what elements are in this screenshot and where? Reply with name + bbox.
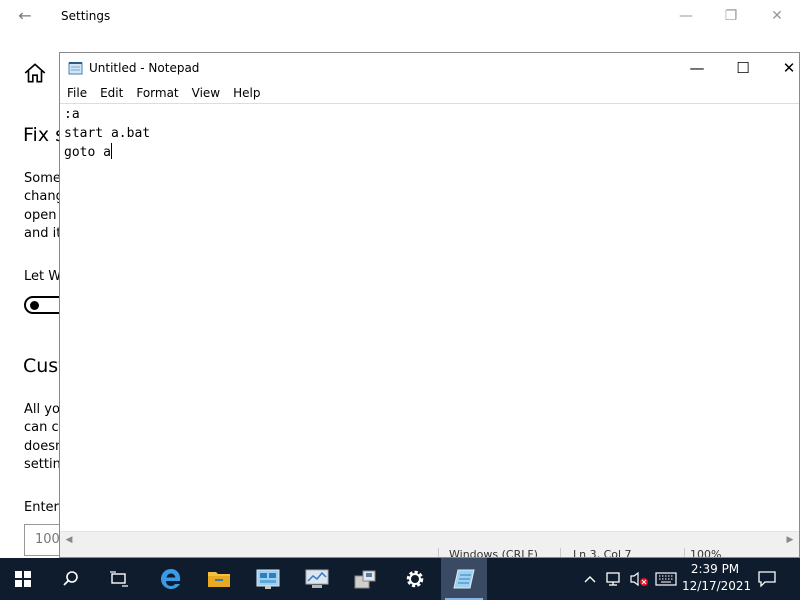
status-position: Ln 3, Col 7 bbox=[573, 548, 632, 558]
keyboard-icon[interactable] bbox=[653, 558, 679, 600]
fix-heading: Fix s bbox=[23, 124, 59, 146]
menu-bar: File Edit Format View Help bbox=[60, 83, 799, 103]
search-icon[interactable] bbox=[48, 558, 94, 600]
status-encoding: Windows (CRLF) bbox=[449, 548, 538, 558]
paragraph-line: Some bbox=[24, 171, 61, 186]
network-monitor-icon[interactable] bbox=[294, 558, 340, 600]
paragraph-line: open bbox=[24, 208, 57, 223]
clock[interactable]: 2:39 PM 12/17/2021 bbox=[682, 561, 752, 595]
clock-time: 2:39 PM bbox=[690, 562, 740, 576]
menu-view[interactable]: View bbox=[185, 83, 226, 100]
notepad-title: Untitled - Notepad bbox=[89, 61, 200, 75]
let-windows-label: Let W bbox=[24, 269, 62, 284]
task-view-icon[interactable] bbox=[96, 558, 142, 600]
home-icon[interactable] bbox=[22, 60, 48, 86]
windows-start-icon[interactable] bbox=[0, 558, 46, 600]
settings-minimize-icon[interactable]: — bbox=[671, 6, 701, 26]
notepad-taskbar-icon[interactable] bbox=[441, 558, 487, 600]
toggle-knob bbox=[30, 301, 39, 310]
scroll-right-icon[interactable]: ▶ bbox=[783, 534, 797, 546]
paragraph-line: chang bbox=[24, 189, 64, 204]
settings-restore-icon[interactable]: ❐ bbox=[716, 6, 746, 26]
horizontal-scrollbar[interactable]: ◀ ▶ bbox=[60, 531, 799, 548]
menu-format[interactable]: Format bbox=[129, 83, 184, 100]
status-bar: Windows (CRLF) Ln 3, Col 7 100% bbox=[60, 548, 799, 558]
text-line: goto a bbox=[64, 145, 111, 160]
scroll-left-icon[interactable]: ◀ bbox=[62, 534, 76, 546]
paragraph-line: All yo bbox=[24, 402, 60, 417]
text-line: start a.bat bbox=[64, 125, 151, 141]
menu-help[interactable]: Help bbox=[226, 83, 266, 100]
settings-title: Settings bbox=[61, 9, 111, 23]
text-editor-area[interactable]: :a start a.bat goto a bbox=[60, 103, 799, 531]
custom-heading: Cust bbox=[23, 355, 59, 377]
text-caret bbox=[110, 143, 112, 159]
status-zoom: 100% bbox=[690, 548, 722, 558]
taskbar: 2:39 PM 12/17/2021 bbox=[0, 558, 800, 600]
settings-gear-icon[interactable] bbox=[392, 558, 438, 600]
notepad-window: Untitled - Notepad — ☐ ✕ File Edit Format V… bbox=[59, 52, 800, 558]
edge-icon[interactable] bbox=[148, 558, 194, 600]
app-icon[interactable] bbox=[343, 558, 389, 600]
minimize-button[interactable]: — bbox=[674, 53, 720, 83]
network-icon[interactable] bbox=[603, 558, 625, 600]
settings-close-icon[interactable]: ✕ bbox=[762, 6, 792, 26]
clock-date: 12/17/2021 bbox=[682, 579, 752, 593]
status-separator bbox=[684, 548, 685, 557]
file-explorer-icon[interactable] bbox=[196, 558, 242, 600]
chevron-up-icon[interactable] bbox=[580, 558, 600, 600]
maximize-button[interactable]: ☐ bbox=[720, 53, 766, 83]
paragraph-line: settin bbox=[24, 457, 61, 472]
close-button[interactable]: ✕ bbox=[766, 53, 799, 83]
notification-icon[interactable] bbox=[752, 558, 782, 600]
back-arrow-icon[interactable]: ← bbox=[14, 6, 36, 26]
notepad-icon bbox=[68, 62, 83, 75]
status-separator bbox=[560, 548, 561, 557]
paragraph-line: and it bbox=[24, 226, 62, 241]
menu-file[interactable]: File bbox=[60, 83, 93, 100]
enter-label: Enter bbox=[24, 500, 59, 515]
paragraph-line: doesn bbox=[24, 439, 64, 454]
text-line: :a bbox=[64, 107, 80, 122]
notepad-titlebar[interactable]: Untitled - Notepad — ☐ ✕ bbox=[60, 53, 799, 83]
status-separator bbox=[438, 548, 439, 557]
control-panel-icon[interactable] bbox=[245, 558, 291, 600]
volume-muted-icon[interactable] bbox=[627, 558, 651, 600]
menu-edit[interactable]: Edit bbox=[93, 83, 129, 100]
